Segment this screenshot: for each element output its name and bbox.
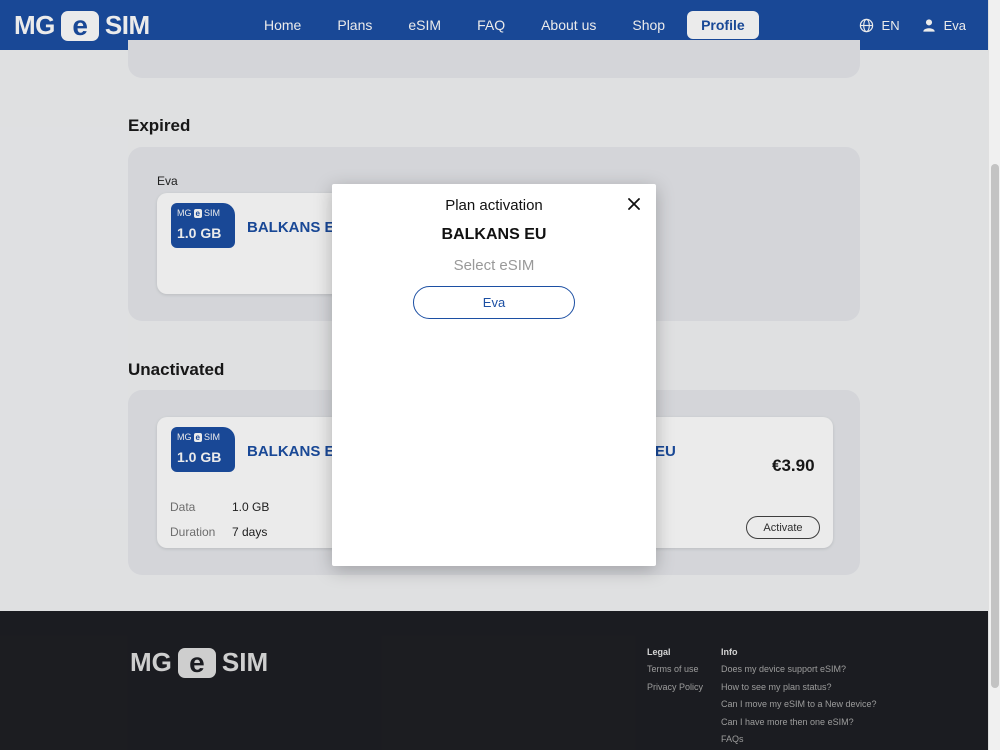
modal-title: Plan activation xyxy=(445,197,543,214)
page-scrollbar[interactable] xyxy=(988,0,1000,750)
esim-option-button[interactable]: Eva xyxy=(413,286,575,319)
plan-activation-modal: Plan activation BALKANS EU Select eSIM E… xyxy=(332,184,656,566)
scrollbar-thumb[interactable] xyxy=(991,164,999,688)
close-icon[interactable] xyxy=(626,196,642,212)
modal-plan-name: BALKANS EU xyxy=(441,226,547,243)
modal-subtitle: Select eSIM xyxy=(453,257,535,274)
